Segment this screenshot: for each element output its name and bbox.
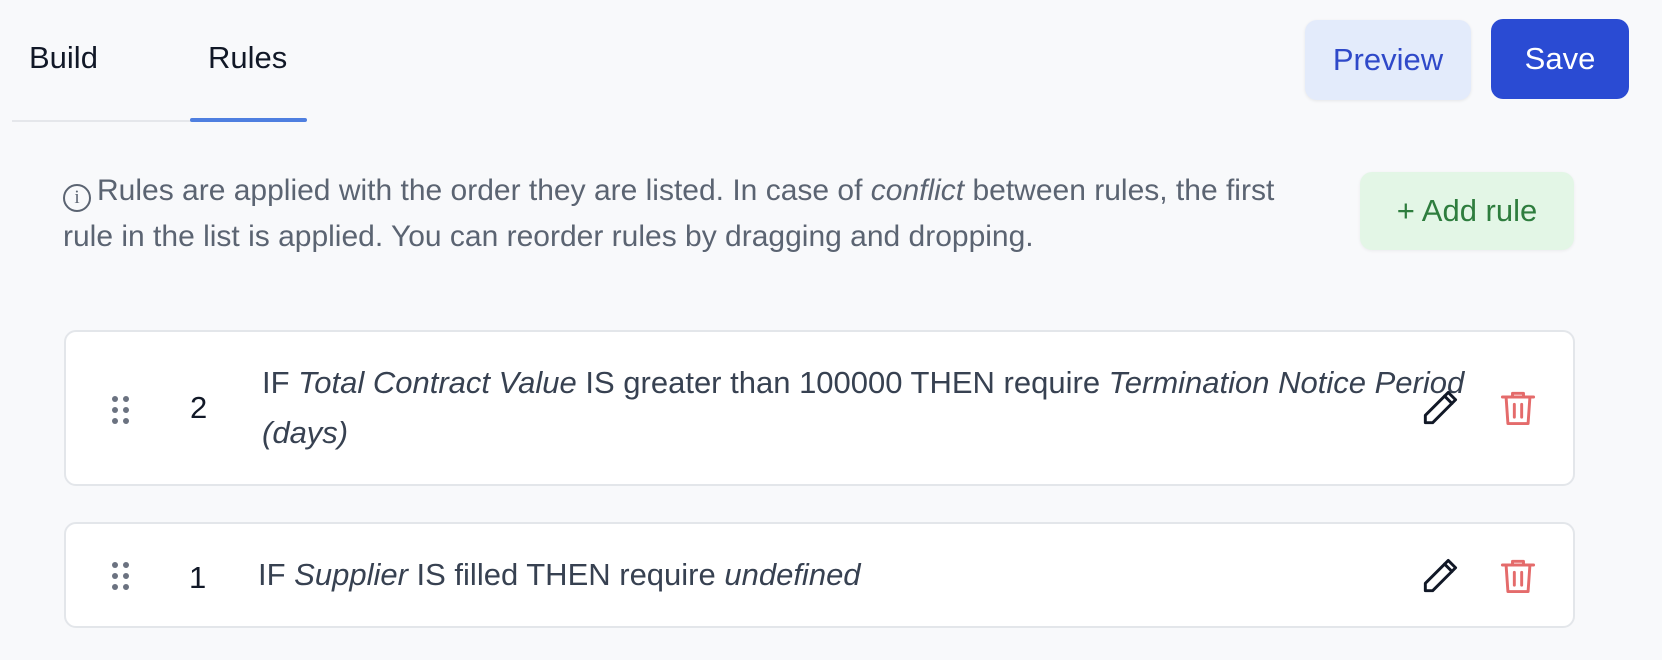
rules-info-text: i Rules are applied with the order they a…	[63, 168, 1328, 260]
rule-field: Supplier	[294, 557, 408, 592]
tab-rules[interactable]: Rules	[208, 40, 287, 76]
drag-handle-icon[interactable]	[112, 562, 130, 590]
rule-card[interactable]: 2 IF Total Contract Value IS greater tha…	[64, 330, 1575, 486]
rule-description: IF Supplier IS filled THEN require undef…	[258, 550, 1258, 600]
info-emphasis: conflict	[870, 174, 965, 207]
rule-number: 1	[189, 560, 207, 595]
tab-bar: Build Rules	[12, 0, 307, 122]
pencil-icon[interactable]	[1418, 554, 1462, 598]
trash-icon[interactable]	[1496, 554, 1540, 598]
rule-target: undefined	[724, 557, 861, 592]
rule-description: IF Total Contract Value IS greater than …	[262, 358, 1472, 458]
save-button[interactable]: Save	[1491, 19, 1629, 99]
rule-if-keyword: IF	[262, 365, 299, 400]
drag-handle-icon[interactable]	[112, 396, 130, 424]
rule-number: 2	[190, 390, 208, 425]
active-tab-indicator	[190, 118, 307, 122]
tab-build[interactable]: Build	[29, 40, 98, 76]
pencil-icon[interactable]	[1418, 386, 1462, 430]
info-text-before: Rules are applied with the order they ar…	[97, 174, 871, 207]
rule-field: Total Contract Value	[298, 365, 577, 400]
rule-condition: IS filled THEN require	[407, 557, 725, 592]
add-rule-button[interactable]: + Add rule	[1360, 172, 1574, 250]
rule-condition: IS greater than 100000 THEN require	[576, 365, 1109, 400]
trash-icon[interactable]	[1496, 386, 1540, 430]
rule-card[interactable]: 1 IF Supplier IS filled THEN require und…	[64, 522, 1575, 628]
rule-if-keyword: IF	[258, 557, 295, 592]
info-circle-icon: i	[63, 184, 91, 212]
preview-button[interactable]: Preview	[1305, 20, 1471, 100]
